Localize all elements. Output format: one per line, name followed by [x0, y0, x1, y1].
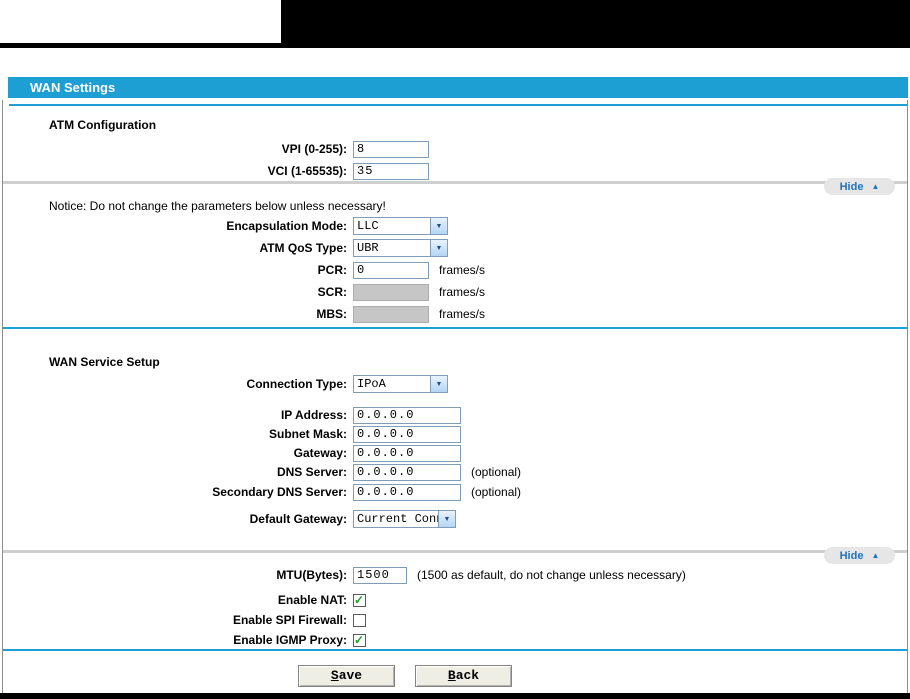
hide-button-label: Hide [839, 549, 864, 562]
section-divider-blue [3, 327, 907, 329]
secondary-dns-row: Secondary DNS Server: (optional) [3, 483, 907, 501]
chevron-up-icon: ▲ [871, 550, 880, 560]
encapsulation-mode-row: Encapsulation Mode: LLC ▼ [3, 217, 907, 235]
wan-service-setup-heading: WAN Service Setup [49, 355, 160, 369]
atm-qos-label: ATM QoS Type: [259, 241, 347, 255]
mbs-label: MBS: [316, 307, 347, 321]
enable-igmp-row: Enable IGMP Proxy: [3, 631, 907, 649]
secondary-dns-input[interactable] [353, 483, 461, 501]
mtu-label: MTU(Bytes): [276, 568, 347, 582]
atm-configuration-heading: ATM Configuration [49, 118, 157, 132]
enable-igmp-checkbox[interactable] [353, 633, 366, 647]
dns-server-row: DNS Server: (optional) [3, 463, 907, 481]
scr-input [353, 283, 429, 301]
default-gateway-select[interactable]: Current Connect1 ▼ [353, 510, 456, 528]
enable-nat-checkbox[interactable] [353, 593, 366, 607]
mtu-input[interactable] [353, 566, 407, 584]
enable-spi-label: Enable SPI Firewall: [232, 613, 347, 627]
gateway-label: Gateway: [293, 446, 347, 460]
wan-hide-button[interactable]: Hide ▲ [824, 547, 895, 564]
encapsulation-mode-select[interactable]: LLC ▼ [353, 217, 448, 235]
subnet-mask-row: Subnet Mask: [3, 425, 907, 443]
top-rule [0, 43, 910, 48]
atm-hide-button[interactable]: Hide ▲ [824, 178, 895, 195]
secondary-dns-label: Secondary DNS Server: [212, 485, 347, 499]
connection-type-value: IPoA [357, 377, 386, 391]
gateway-input[interactable] [353, 444, 461, 462]
pcr-input[interactable] [353, 261, 429, 279]
page: WAN Settings ATM Configuration VPI (0-25… [0, 0, 910, 699]
dns-server-label: DNS Server: [276, 465, 347, 479]
atm-qos-select[interactable]: UBR ▼ [353, 239, 448, 257]
connection-type-row: Connection Type: IPoA ▼ [3, 375, 907, 393]
chevron-up-icon: ▲ [871, 181, 880, 191]
redacted-logo-banner [281, 0, 910, 43]
vpi-input[interactable] [353, 140, 429, 158]
chevron-down-icon[interactable]: ▼ [438, 511, 455, 527]
vci-label: VCI (1-65535): [267, 164, 347, 178]
save-button[interactable]: Save [298, 665, 395, 687]
panel-body: ATM Configuration VPI (0-255): VCI (1-65… [2, 100, 908, 693]
scr-row: SCR: frames/s [3, 283, 907, 301]
connection-type-select[interactable]: IPoA ▼ [353, 375, 448, 393]
ip-address-label: IP Address: [280, 408, 347, 422]
header-divider [9, 104, 907, 106]
default-gateway-row: Default Gateway: Current Connect1 ▼ [3, 510, 907, 528]
subnet-mask-input[interactable] [353, 425, 461, 443]
enable-nat-label: Enable NAT: [277, 593, 347, 607]
vci-input[interactable] [353, 162, 429, 180]
mtu-note: (1500 as default, do not change unless n… [417, 568, 686, 582]
wan-settings-panel: WAN Settings ATM Configuration VPI (0-25… [2, 77, 908, 693]
pcr-label: PCR: [317, 263, 347, 277]
enable-spi-checkbox[interactable] [353, 613, 366, 627]
mbs-unit: frames/s [439, 307, 486, 321]
chevron-down-icon[interactable]: ▼ [430, 376, 447, 392]
vci-row: VCI (1-65535): [3, 162, 907, 180]
dns-server-input[interactable] [353, 463, 461, 481]
pcr-unit: frames/s [439, 263, 486, 277]
dns-optional-note: (optional) [471, 465, 522, 479]
bottom-rule [0, 693, 910, 699]
enable-nat-row: Enable NAT: [3, 591, 907, 609]
subnet-mask-label: Subnet Mask: [268, 427, 347, 441]
section-divider [3, 181, 907, 184]
scr-label: SCR: [317, 285, 347, 299]
atm-qos-value: UBR [357, 241, 379, 255]
enable-igmp-label: Enable IGMP Proxy: [233, 633, 347, 647]
encapsulation-mode-label: Encapsulation Mode: [226, 219, 347, 233]
chevron-down-icon[interactable]: ▼ [430, 240, 447, 256]
mtu-row: MTU(Bytes): (1500 as default, do not cha… [3, 566, 907, 584]
ip-address-input[interactable] [353, 406, 461, 424]
enable-spi-row: Enable SPI Firewall: [3, 611, 907, 629]
pcr-row: PCR: frames/s [3, 261, 907, 279]
gateway-row: Gateway: [3, 444, 907, 462]
vpi-label: VPI (0-255): [281, 142, 347, 156]
default-gateway-value: Current Connect1 [357, 512, 438, 526]
mbs-row: MBS: frames/s [3, 305, 907, 323]
vpi-row: VPI (0-255): [3, 140, 907, 158]
page-title: WAN Settings [8, 77, 908, 98]
back-button[interactable]: Back [415, 665, 512, 687]
ip-address-row: IP Address: [3, 406, 907, 424]
mbs-input [353, 305, 429, 323]
scr-unit: frames/s [439, 285, 486, 299]
encapsulation-mode-value: LLC [357, 219, 379, 233]
secondary-dns-optional-note: (optional) [471, 485, 522, 499]
default-gateway-label: Default Gateway: [249, 512, 347, 526]
notice-text: Notice: Do not change the parameters bel… [49, 199, 386, 213]
connection-type-label: Connection Type: [246, 377, 347, 391]
chevron-down-icon[interactable]: ▼ [430, 218, 447, 234]
hide-button-label: Hide [839, 180, 864, 193]
footer-divider-blue [3, 649, 907, 651]
section-divider [3, 550, 907, 553]
atm-qos-row: ATM QoS Type: UBR ▼ [3, 239, 907, 257]
